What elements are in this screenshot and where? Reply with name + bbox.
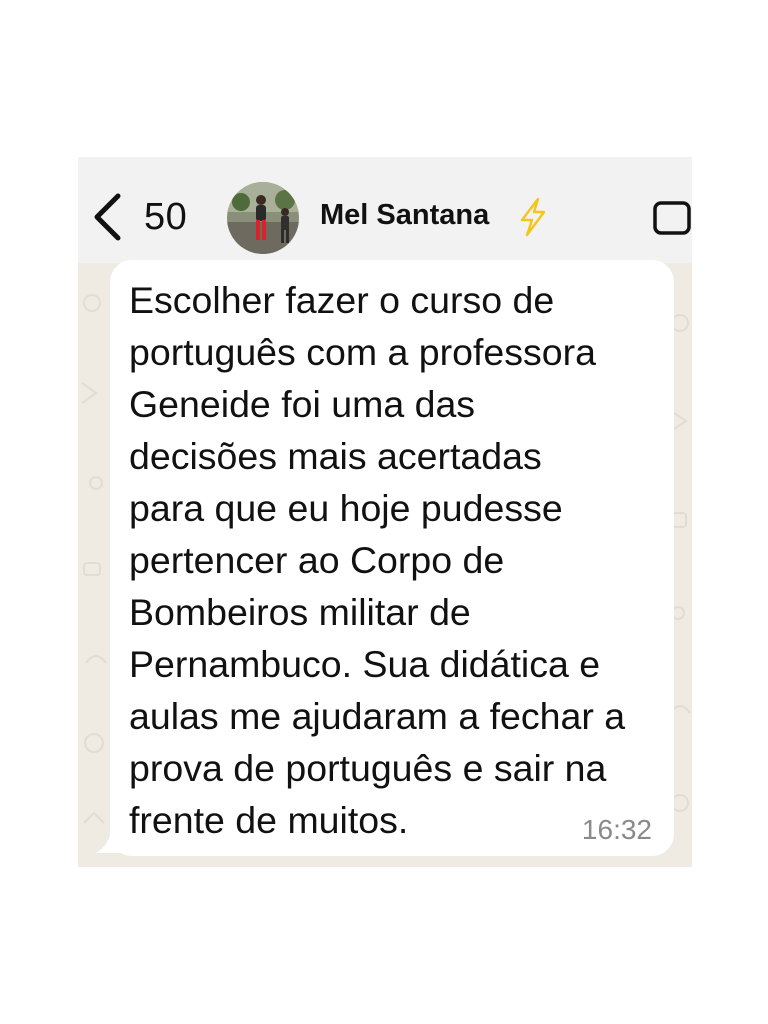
contact-name[interactable]: Mel Santana bbox=[320, 199, 489, 232]
chat-header: 50 Mel Santana bbox=[78, 157, 692, 263]
message-text: Escolher fazer o curso de português com … bbox=[129, 279, 626, 841]
avatar[interactable] bbox=[227, 182, 299, 254]
message-timestamp: 16:32 bbox=[581, 814, 652, 845]
chevron-left-icon bbox=[92, 193, 122, 241]
message-bubble[interactable]: Escolher fazer o curso de português com … bbox=[110, 260, 674, 856]
video-call-icon[interactable] bbox=[652, 200, 692, 241]
lightning-bolt-icon bbox=[516, 197, 550, 242]
unread-count: 50 bbox=[144, 195, 188, 238]
chat-screen: 50 Mel Santana Escolher fazer o curso de… bbox=[78, 157, 692, 867]
back-button[interactable]: 50 bbox=[92, 191, 187, 243]
